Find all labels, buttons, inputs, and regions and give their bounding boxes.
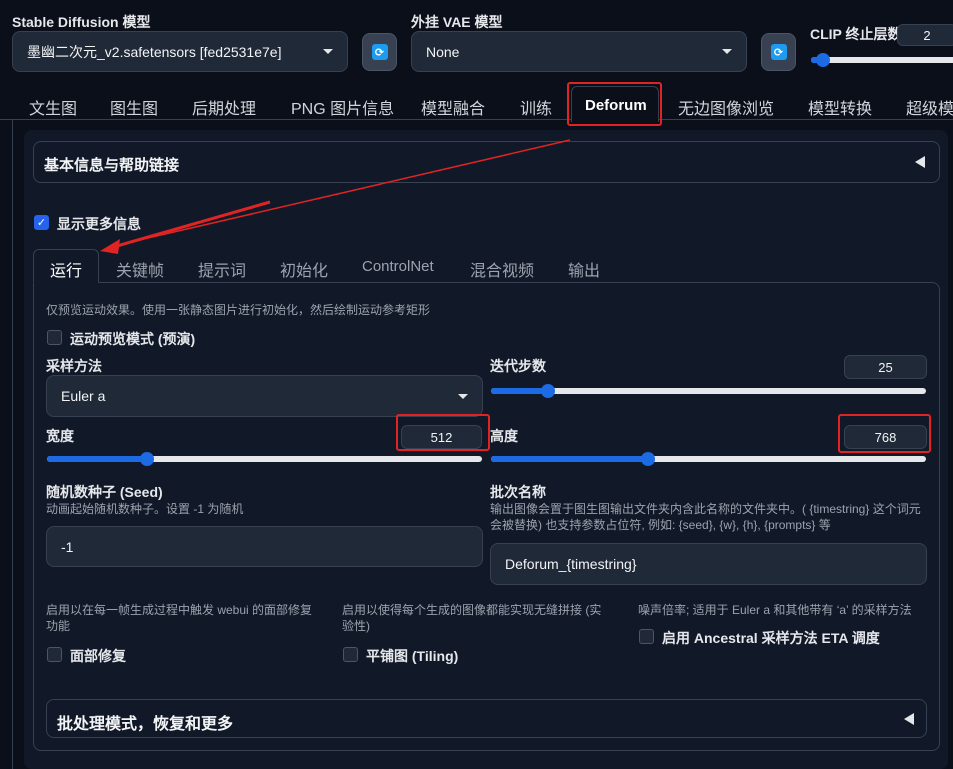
sampler-value: Euler a bbox=[61, 388, 106, 404]
batch-name-label: 批次名称 bbox=[490, 484, 546, 500]
eta-label: 启用 Ancestral 采样方法 ETA 调度 bbox=[662, 630, 880, 646]
chevron-down-icon bbox=[458, 393, 468, 399]
height-slider[interactable] bbox=[491, 452, 926, 466]
width-slider[interactable] bbox=[47, 452, 482, 466]
eta-checkbox[interactable] bbox=[639, 629, 654, 644]
face-restore-description-2: 功能 bbox=[46, 619, 71, 633]
face-restore-label: 面部修复 bbox=[70, 648, 126, 664]
face-restore-checkbox[interactable] bbox=[47, 647, 62, 662]
steps-label: 迭代步数 bbox=[490, 358, 546, 374]
preview-mode-label: 运动预览模式 (预演) bbox=[70, 331, 196, 347]
preview-hint: 仅预览运动效果。使用一张静态图片进行初始化，然后绘制运动参考矩形 bbox=[46, 303, 431, 317]
preview-mode-checkbox[interactable] bbox=[47, 330, 62, 345]
width-label: 宽度 bbox=[46, 428, 74, 444]
batch-name-value: Deforum_{timestring} bbox=[505, 556, 637, 572]
batch-mode-accordion-title: 批处理模式，恢复和更多 bbox=[57, 716, 234, 733]
steps-number-input[interactable]: 25 bbox=[844, 355, 927, 379]
tiling-description-1: 启用以使得每个生成的图像都能实现无缝拼接 (实 bbox=[342, 603, 602, 617]
tiling-label: 平铺图 (Tiling) bbox=[366, 648, 459, 664]
collapse-arrow-icon bbox=[904, 713, 914, 725]
steps-slider[interactable] bbox=[491, 384, 926, 398]
tiling-checkbox[interactable] bbox=[343, 647, 358, 662]
seed-description: 动画起始随机数种子。设置 -1 为随机 bbox=[46, 502, 244, 516]
height-label: 高度 bbox=[490, 428, 518, 444]
batch-name-textarea[interactable]: Deforum_{timestring} bbox=[490, 543, 927, 585]
batch-name-description-2: 会被替换) 也支持参数占位符, 例如: {seed}, {w}, {h}, {p… bbox=[490, 518, 831, 532]
eta-description: 噪声倍率; 适用于 Euler a 和其他带有 ‘a’ 的采样方法 bbox=[638, 603, 912, 617]
sampler-dropdown[interactable]: Euler a bbox=[46, 375, 483, 417]
batch-name-description-1: 输出图像会置于图生图输出文件夹内含此名称的文件夹中。( {timestring}… bbox=[490, 502, 921, 516]
tiling-description-2: 验性) bbox=[342, 619, 370, 633]
batch-mode-accordion[interactable]: 批处理模式，恢复和更多 bbox=[46, 699, 927, 738]
seed-input[interactable]: -1 bbox=[46, 526, 483, 567]
annotation-box-width bbox=[396, 414, 490, 451]
seed-label: 随机数种子 (Seed) bbox=[46, 484, 163, 500]
annotation-box-height bbox=[838, 414, 931, 453]
face-restore-description-1: 启用以在每一帧生成过程中触发 webui 的面部修复 bbox=[46, 603, 313, 617]
sampler-label: 采样方法 bbox=[46, 358, 102, 374]
